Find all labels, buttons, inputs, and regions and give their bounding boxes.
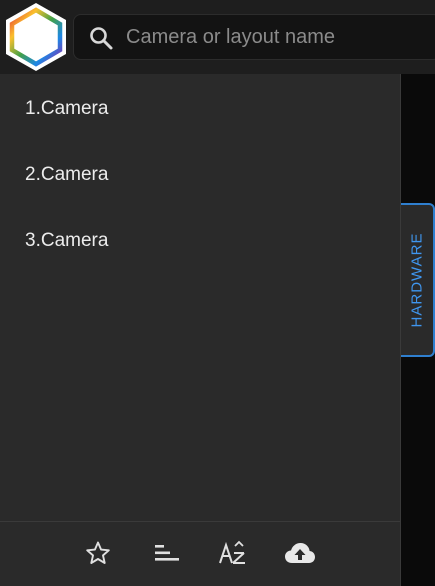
cloud-upload-icon — [284, 541, 316, 570]
star-icon — [85, 540, 111, 571]
favorites-button[interactable] — [82, 540, 114, 570]
camera-list-item[interactable]: 1.Camera — [0, 76, 400, 142]
bottom-toolbar — [0, 521, 401, 586]
hardware-tab-label: HARDWARE — [408, 232, 426, 328]
app-window: 1.Camera 2.Camera 3.Camera HARDWARE — [0, 0, 435, 586]
search-icon — [88, 25, 114, 51]
upload-button[interactable] — [284, 540, 316, 570]
search-input[interactable] — [126, 15, 426, 59]
camera-label: 1.Camera — [25, 98, 109, 119]
camera-list-item[interactable]: 3.Camera — [0, 208, 400, 274]
camera-list-panel: 1.Camera 2.Camera 3.Camera — [0, 74, 401, 521]
camera-label: 3.Camera — [25, 230, 109, 251]
hardware-tab[interactable]: HARDWARE — [401, 203, 435, 357]
camera-list-item[interactable]: 2.Camera — [0, 142, 400, 208]
top-bar — [0, 0, 435, 74]
search-box[interactable] — [73, 14, 435, 60]
app-logo-icon[interactable] — [3, 1, 69, 73]
sort-bars-icon — [153, 542, 179, 569]
sort-by-order-button[interactable] — [150, 540, 182, 570]
sort-az-icon — [218, 539, 248, 572]
camera-label: 2.Camera — [25, 164, 109, 185]
sort-alphabetical-button[interactable] — [217, 540, 249, 570]
